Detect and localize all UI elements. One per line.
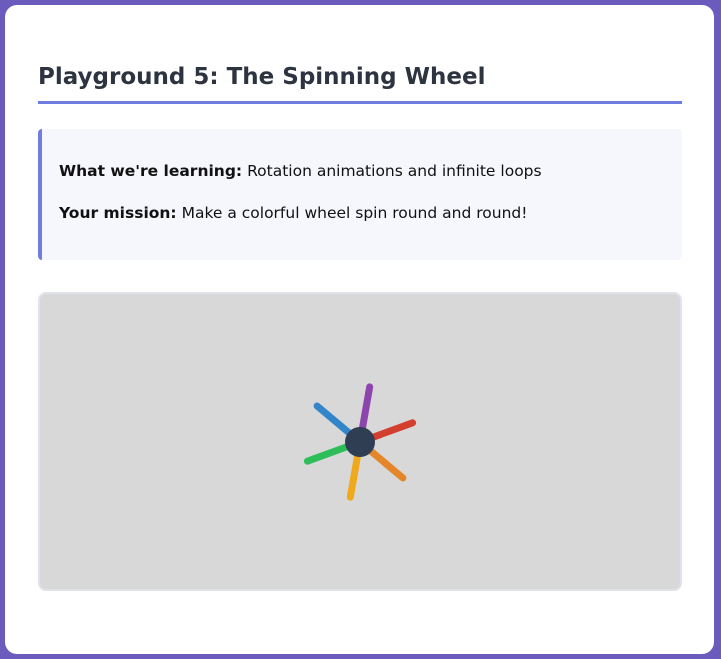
learning-line: What we're learning: Rotation animations… [59,160,682,182]
spinning-wheel [303,383,417,501]
mission-text: Make a colorful wheel spin round and rou… [181,204,528,222]
playground-card: Playground 5: The Spinning Wheel What we… [5,5,714,654]
animation-stage [38,292,682,591]
learning-text: Rotation animations and infinite loops [247,162,542,180]
info-box: What we're learning: Rotation animations… [38,129,682,260]
wheel-hub [345,427,375,457]
learning-label: What we're learning: [59,162,243,180]
page-title: Playground 5: The Spinning Wheel [38,63,682,104]
mission-line: Your mission: Make a colorful wheel spin… [59,202,682,224]
mission-label: Your mission: [59,204,177,222]
